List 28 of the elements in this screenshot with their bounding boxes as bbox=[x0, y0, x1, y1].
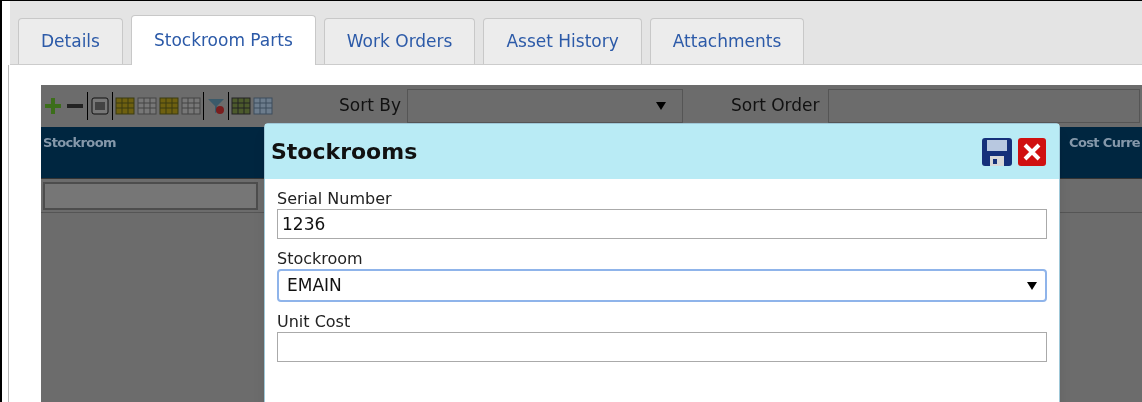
close-icon[interactable] bbox=[1017, 136, 1047, 167]
table-icon[interactable] bbox=[115, 96, 135, 116]
sort-by-dropdown[interactable] bbox=[407, 89, 683, 123]
sort-order-dropdown[interactable] bbox=[827, 89, 1140, 123]
sort-by-label: Sort By bbox=[339, 94, 401, 118]
tab[interactable]: Details bbox=[18, 18, 123, 64]
table-icon[interactable] bbox=[137, 96, 157, 116]
stockroom-dropdown[interactable]: EMAIN bbox=[277, 269, 1047, 302]
caret-icon bbox=[656, 102, 666, 110]
sort-order-label: Sort Order bbox=[731, 94, 820, 118]
column-header[interactable]: Stockroom bbox=[43, 133, 116, 178]
column-header[interactable]: Cost Curre bbox=[1069, 133, 1140, 178]
table-icon[interactable] bbox=[231, 96, 251, 116]
tab[interactable]: Asset History bbox=[483, 18, 642, 64]
filter-remove-icon[interactable] bbox=[206, 96, 226, 116]
save-icon[interactable] bbox=[981, 136, 1013, 167]
caret-icon bbox=[1027, 281, 1037, 290]
input-field[interactable] bbox=[277, 332, 1047, 362]
filter-field[interactable] bbox=[43, 181, 258, 210]
input-field[interactable]: 1236 bbox=[277, 209, 1047, 239]
tab[interactable]: Work Orders bbox=[323, 18, 476, 64]
table-icon[interactable] bbox=[253, 96, 273, 116]
tab[interactable]: Stockroom Parts bbox=[130, 15, 316, 65]
field-label: Serial Number bbox=[277, 189, 393, 209]
tab[interactable]: Attachments bbox=[649, 18, 805, 64]
dialog-title: Stockrooms bbox=[271, 138, 419, 166]
field-label: Unit Cost bbox=[277, 312, 352, 332]
field-label: Stockroom bbox=[277, 249, 364, 269]
